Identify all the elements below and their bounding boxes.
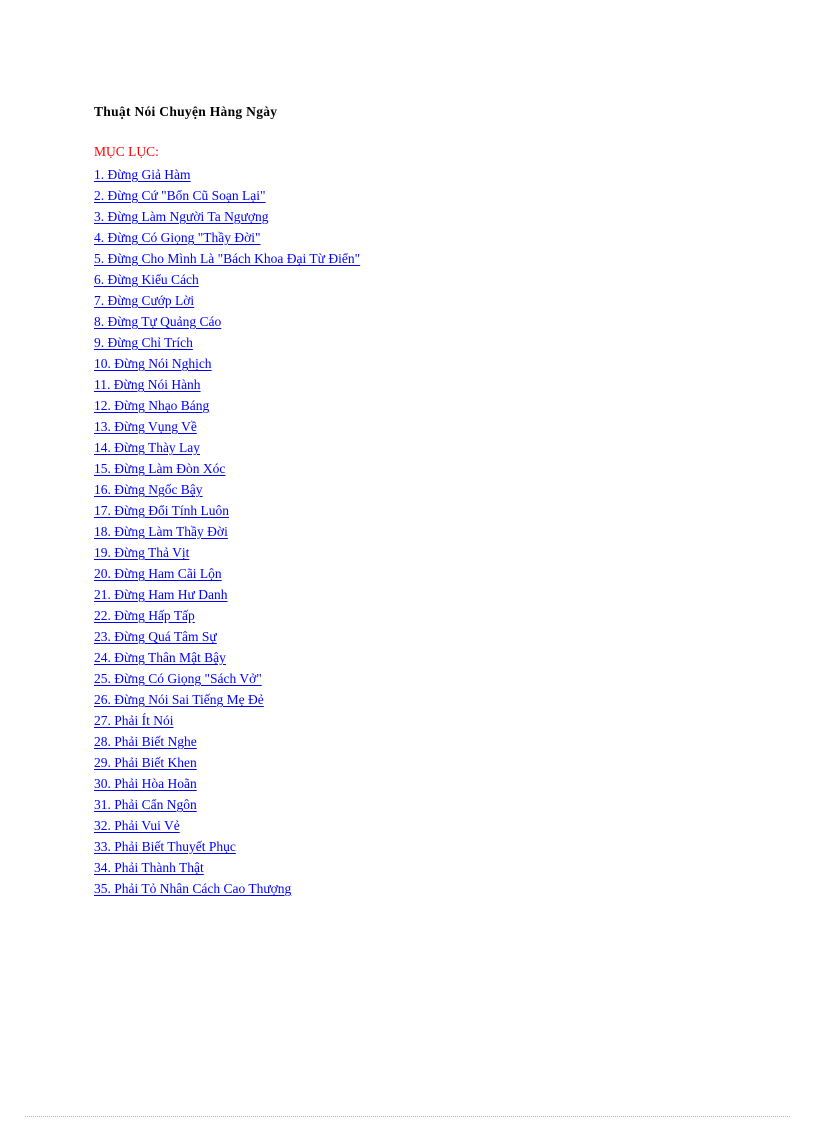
toc-link[interactable]: 1. Đừng Giả Hàm — [94, 167, 191, 182]
list-item: 28. Phải Biết Nghe — [94, 731, 734, 752]
toc-link[interactable]: 25. Đừng Có Giọng "Sách Vở" — [94, 671, 262, 686]
list-item: 10. Đừng Nói Nghịch — [94, 353, 734, 374]
document-page: Thuật Nói Chuyện Hàng Ngày MỤC LỤC: 1. Đ… — [0, 0, 816, 1123]
toc-link[interactable]: 13. Đừng Vụng Về — [94, 419, 197, 434]
list-item: 9. Đừng Chỉ Trích — [94, 332, 734, 353]
toc-link[interactable]: 19. Đừng Thả Vịt — [94, 545, 189, 560]
toc-link[interactable]: 22. Đừng Hấp Tấp — [94, 608, 195, 623]
list-item: 15. Đừng Làm Đòn Xóc — [94, 458, 734, 479]
list-item: 24. Đừng Thân Mật Bậy — [94, 647, 734, 668]
toc-link[interactable]: 4. Đừng Có Giọng "Thầy Đời" — [94, 230, 260, 245]
toc-link[interactable]: 23. Đừng Quá Tâm Sự — [94, 629, 217, 644]
toc-link[interactable]: 15. Đừng Làm Đòn Xóc — [94, 461, 225, 476]
list-item: 3. Đừng Làm Người Ta Ngượng — [94, 206, 734, 227]
toc-link[interactable]: 7. Đừng Cướp Lời — [94, 293, 194, 308]
toc-link[interactable]: 32. Phải Vui Vẻ — [94, 818, 180, 833]
list-item: 13. Đừng Vụng Về — [94, 416, 734, 437]
list-item: 27. Phải Ít Nói — [94, 710, 734, 731]
toc-link[interactable]: 29. Phải Biết Khen — [94, 755, 197, 770]
list-item: 8. Đừng Tự Quảng Cáo — [94, 311, 734, 332]
toc-link[interactable]: 21. Đừng Ham Hư Danh — [94, 587, 228, 602]
toc-link[interactable]: 9. Đừng Chỉ Trích — [94, 335, 193, 350]
list-item: 7. Đừng Cướp Lời — [94, 290, 734, 311]
toc-link[interactable]: 35. Phải Tỏ Nhân Cách Cao Thượng — [94, 881, 291, 896]
list-item: 11. Đừng Nói Hành — [94, 374, 734, 395]
list-item: 29. Phải Biết Khen — [94, 752, 734, 773]
list-item: 19. Đừng Thả Vịt — [94, 542, 734, 563]
toc-link[interactable]: 34. Phải Thành Thật — [94, 860, 204, 875]
list-item: 33. Phải Biết Thuyết Phục — [94, 836, 734, 857]
toc-link[interactable]: 11. Đừng Nói Hành — [94, 377, 201, 392]
list-item: 6. Đừng Kiểu Cách — [94, 269, 734, 290]
list-item: 30. Phải Hòa Hoãn — [94, 773, 734, 794]
list-item: 17. Đừng Đổi Tính Luôn — [94, 500, 734, 521]
footer-divider — [25, 1116, 790, 1117]
list-item: 4. Đừng Có Giọng "Thầy Đời" — [94, 227, 734, 248]
toc-link[interactable]: 12. Đừng Nhạo Báng — [94, 398, 209, 413]
toc-link[interactable]: 16. Đừng Ngốc Bậy — [94, 482, 203, 497]
toc-link[interactable]: 33. Phải Biết Thuyết Phục — [94, 839, 236, 854]
toc-link[interactable]: 6. Đừng Kiểu Cách — [94, 272, 199, 287]
table-of-contents-list: 1. Đừng Giả Hàm 2. Đừng Cứ "Bổn Cũ Soạn … — [94, 160, 734, 899]
list-item: 22. Đừng Hấp Tấp — [94, 605, 734, 626]
toc-link[interactable]: 26. Đừng Nói Sai Tiếng Mẹ Đẻ — [94, 692, 264, 707]
toc-link[interactable]: 2. Đừng Cứ "Bổn Cũ Soạn Lại" — [94, 188, 266, 203]
list-item: 35. Phải Tỏ Nhân Cách Cao Thượng — [94, 878, 734, 899]
toc-link[interactable]: 10. Đừng Nói Nghịch — [94, 356, 212, 371]
toc-link[interactable]: 27. Phải Ít Nói — [94, 713, 174, 728]
list-item: 12. Đừng Nhạo Báng — [94, 395, 734, 416]
list-item: 23. Đừng Quá Tâm Sự — [94, 626, 734, 647]
toc-link[interactable]: 8. Đừng Tự Quảng Cáo — [94, 314, 221, 329]
list-item: 5. Đừng Cho Mình Là "Bách Khoa Đại Từ Đi… — [94, 248, 734, 269]
list-item: 1. Đừng Giả Hàm — [94, 164, 734, 185]
list-item: 25. Đừng Có Giọng "Sách Vở" — [94, 668, 734, 689]
list-item: 26. Đừng Nói Sai Tiếng Mẹ Đẻ — [94, 689, 734, 710]
document-content: Thuật Nói Chuyện Hàng Ngày MỤC LỤC: 1. Đ… — [94, 104, 734, 899]
toc-link[interactable]: 24. Đừng Thân Mật Bậy — [94, 650, 226, 665]
list-item: 14. Đừng Thày Lay — [94, 437, 734, 458]
page-title: Thuật Nói Chuyện Hàng Ngày — [94, 104, 278, 119]
list-item: 16. Đừng Ngốc Bậy — [94, 479, 734, 500]
list-item: 31. Phải Cẩn Ngôn — [94, 794, 734, 815]
toc-link[interactable]: 20. Đừng Ham Cãi Lộn — [94, 566, 222, 581]
toc-link[interactable]: 18. Đừng Làm Thầy Đời — [94, 524, 228, 539]
toc-link[interactable]: 31. Phải Cẩn Ngôn — [94, 797, 197, 812]
toc-link[interactable]: 30. Phải Hòa Hoãn — [94, 776, 197, 791]
table-of-contents-heading: MỤC LỤC: — [94, 144, 159, 159]
list-item: 32. Phải Vui Vẻ — [94, 815, 734, 836]
toc-link[interactable]: 28. Phải Biết Nghe — [94, 734, 197, 749]
list-item: 20. Đừng Ham Cãi Lộn — [94, 563, 734, 584]
toc-link[interactable]: 5. Đừng Cho Mình Là "Bách Khoa Đại Từ Đi… — [94, 251, 360, 266]
toc-link[interactable]: 3. Đừng Làm Người Ta Ngượng — [94, 209, 269, 224]
list-item: 18. Đừng Làm Thầy Đời — [94, 521, 734, 542]
list-item: 34. Phải Thành Thật — [94, 857, 734, 878]
toc-link[interactable]: 14. Đừng Thày Lay — [94, 440, 200, 455]
toc-link[interactable]: 17. Đừng Đổi Tính Luôn — [94, 503, 229, 518]
list-item: 21. Đừng Ham Hư Danh — [94, 584, 734, 605]
list-item: 2. Đừng Cứ "Bổn Cũ Soạn Lại" — [94, 185, 734, 206]
